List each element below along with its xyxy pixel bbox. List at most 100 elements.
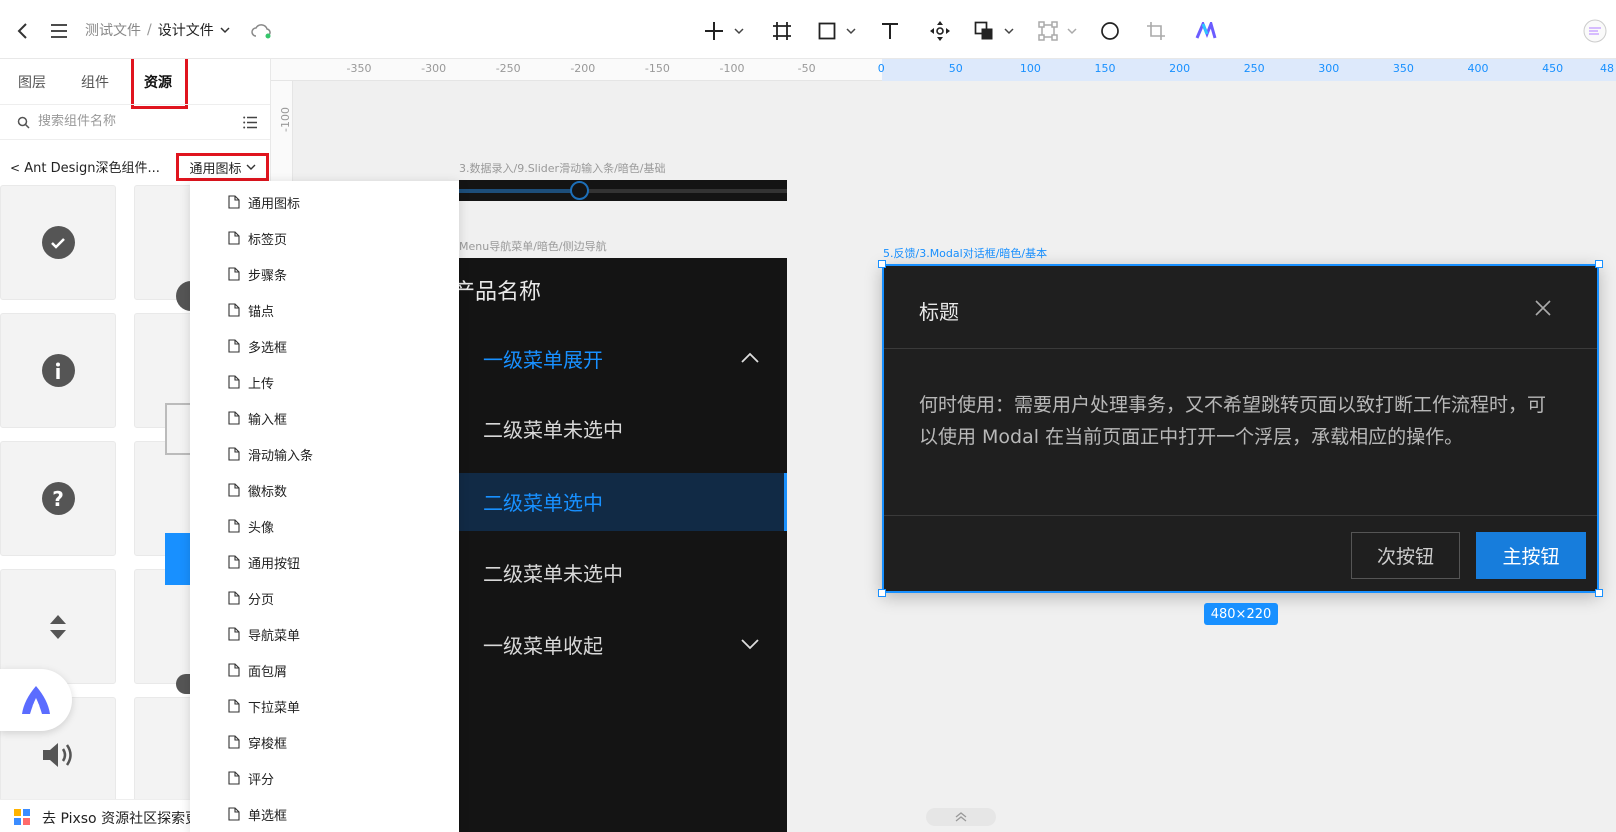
dropdown-item-label: 锚点 [248,304,275,320]
modal-frame[interactable]: 标题 何时使用：需要用户处理事务，又不希望跳转页面以致打断工作流程时，可 以使用… [882,264,1599,593]
search-input[interactable] [38,114,228,129]
component-icon[interactable] [1035,18,1061,44]
text-tool-icon[interactable] [877,18,903,44]
ruler-tick: -50 [797,62,816,75]
menu-item-label: 一级菜单收起 [483,634,603,658]
dropdown-item[interactable]: 锚点 [228,298,274,322]
file-icon [228,627,240,641]
file-icon [228,591,240,605]
image-icon [165,403,193,455]
dropdown-item[interactable]: 穿梭框 [228,730,287,754]
chevron-down-icon[interactable] [734,27,744,35]
slider-handle[interactable] [570,181,589,200]
dropdown-item-label: 评分 [248,772,275,788]
menu-item[interactable]: 一级菜单收起 [459,616,787,672]
frame-label[interactable]: Menu导航菜单/暗色/侧边导航 [459,238,607,254]
dropdown-item[interactable]: 评分 [228,766,274,790]
dropdown-item[interactable]: 上传 [228,370,274,394]
resize-handle[interactable] [1595,260,1603,268]
chevron-left-icon: < [10,161,21,175]
dropdown-item[interactable]: 头像 [228,514,274,538]
community-link-text: 去 Pixso 资源社区探索更 [42,811,200,827]
frame-tool-icon[interactable] [769,18,795,44]
dropdown-item[interactable]: 滑动输入条 [228,442,313,466]
asset-tile[interactable] [0,185,116,300]
file-icon [228,807,240,821]
menu-item[interactable]: 二级菜单未选中 [459,400,787,456]
resize-handle[interactable] [878,589,886,597]
rectangle-tool-icon[interactable] [814,18,840,44]
tab-components[interactable]: 组件 [81,72,109,92]
back-icon[interactable] [10,18,36,44]
menu-item[interactable]: 二级菜单未选中 [459,544,787,600]
library-back-button[interactable]: < Ant Design深色组件... [10,157,160,176]
file-icon [228,411,240,425]
panel-toggle-icon[interactable] [1582,18,1608,44]
move-tool-icon[interactable] [927,18,953,44]
menu-item[interactable]: 一级菜单展开 [459,330,787,386]
dropdown-item[interactable]: 单选框 [228,802,287,826]
chevron-down-icon[interactable] [846,27,856,35]
breadcrumb-root[interactable]: 测试文件 [85,20,141,40]
file-icon [228,771,240,785]
tab-layers[interactable]: 图层 [18,72,46,92]
asset-tile[interactable] [0,313,116,428]
ruler-tick: 0 [877,62,885,75]
menu-item-label: 二级菜单选中 [483,491,603,515]
dropdown-item[interactable]: 通用按钮 [228,550,300,574]
asset-tile[interactable] [0,569,116,684]
dropdown-item[interactable]: 面包屑 [228,658,287,682]
dropdown-item[interactable]: 标签页 [228,226,287,250]
ai-assistant-button[interactable] [0,669,72,731]
file-icon [228,339,240,353]
file-icon [228,735,240,749]
ai-assistant-icon [22,686,50,714]
dropdown-item[interactable]: 导航菜单 [228,622,300,646]
breadcrumb-current[interactable]: 设计文件 [158,20,214,40]
dropdown-item[interactable]: 下拉菜单 [228,694,300,718]
menu-icon[interactable] [46,18,72,44]
close-icon[interactable] [1534,299,1552,317]
category-dropdown-menu: 通用图标标签页步骤条锚点多选框上传输入框滑动输入条徽标数头像通用按钮分页导航菜单… [190,181,459,832]
chevron-up-icon [741,352,759,363]
dropdown-item[interactable]: 徽标数 [228,478,287,502]
ruler-tick: 450 [1542,62,1564,75]
secondary-button[interactable]: 次按钮 [1351,532,1460,579]
ruler-tick: -100 [719,62,745,75]
frame-label[interactable]: 5.反馈/3.Modal对话框/暗色/基本 [883,245,1047,261]
mask-icon[interactable] [1097,18,1123,44]
asset-tile[interactable]: ? [0,441,116,556]
chevron-down-icon[interactable] [1004,27,1014,35]
file-icon [228,483,240,497]
slider-frame[interactable] [459,180,787,201]
expand-panel-button[interactable] [926,808,996,826]
menu-item-selected[interactable]: 二级菜单选中 [459,473,787,531]
blue-tile-icon [165,533,193,585]
ruler-tick: -250 [495,62,521,75]
resize-handle[interactable] [878,260,886,268]
dropdown-item-label: 单选框 [248,808,288,824]
frame-label[interactable]: 3.数据录入/9.Slider滑动输入条/暗色/基础 [459,160,665,176]
primary-button[interactable]: 主按钮 [1476,532,1586,579]
ai-plugin-icon[interactable] [1193,18,1219,44]
menu-frame[interactable]: 产品名称 一级菜单展开 二级菜单未选中 二级菜单选中 二级菜单未选中 一级菜单收… [453,258,787,832]
cloud-sync-icon [248,18,274,44]
dropdown-item[interactable]: 输入框 [228,406,287,430]
boolean-icon[interactable] [971,18,997,44]
search-icon [17,116,30,129]
add-icon[interactable] [701,18,727,44]
category-dropdown[interactable]: 通用图标 [176,153,269,181]
dropdown-item[interactable]: 步骤条 [228,262,287,286]
dropdown-item[interactable]: 多选框 [228,334,287,358]
dropdown-item[interactable]: 通用图标 [228,190,300,214]
chevron-down-icon[interactable] [220,26,230,34]
list-view-icon[interactable] [243,116,258,129]
chevron-down-icon[interactable] [1067,27,1077,35]
sound-icon [43,742,72,767]
crop-icon[interactable] [1143,18,1169,44]
top-toolbar: 测试文件 / 设计文件 [0,0,1616,59]
check-circle-icon [41,226,75,259]
dropdown-item[interactable]: 分页 [228,586,274,610]
dropdown-item-label: 步骤条 [248,268,288,284]
resize-handle[interactable] [1595,589,1603,597]
